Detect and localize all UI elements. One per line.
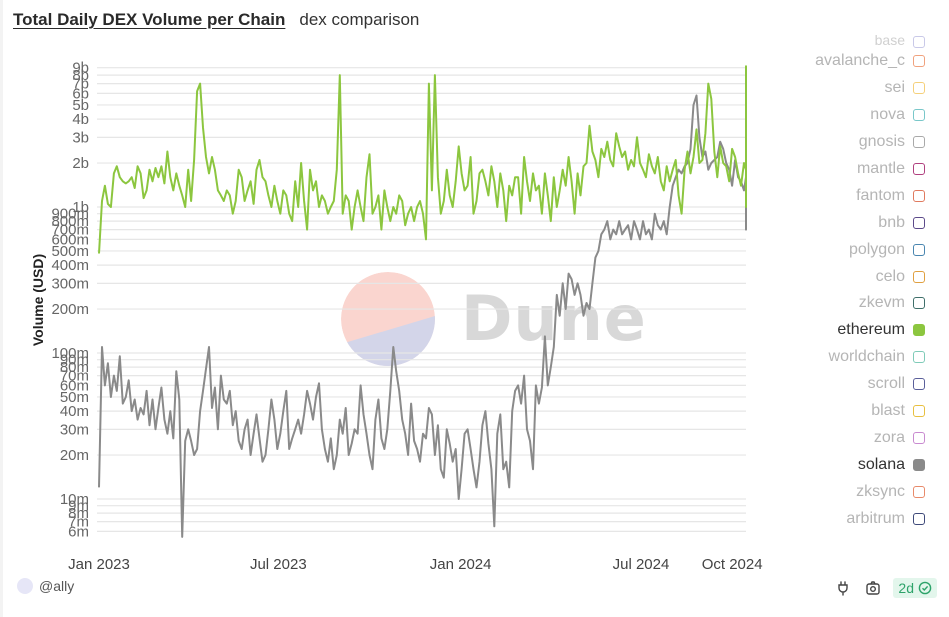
legend-swatch-icon xyxy=(913,512,925,525)
y-tick-label: 6m xyxy=(68,523,89,540)
legend-label: zkevm xyxy=(858,294,905,312)
y-tick-label: 300m xyxy=(51,275,89,292)
author-link[interactable]: @ally xyxy=(17,578,74,594)
legend-swatch-icon xyxy=(913,351,925,364)
legend-swatch-icon xyxy=(913,458,925,471)
chart-card: Total Daily DEX Volume per Chain dex com… xyxy=(0,0,949,617)
check-circle-icon xyxy=(918,581,932,595)
y-tick-label: 4b xyxy=(72,111,89,128)
y-axis-label: Volume (USD) xyxy=(30,254,46,346)
legend-swatch-icon xyxy=(913,55,925,68)
legend-item-polygon[interactable]: polygon xyxy=(725,236,925,263)
legend-label: mantle xyxy=(856,160,905,177)
legend-label: bnb xyxy=(878,213,905,231)
legend-swatch-icon xyxy=(913,136,925,149)
legend-label: zksync xyxy=(856,482,905,500)
legend-item-solana[interactable]: solana xyxy=(725,451,925,478)
x-axis-ticks: Jan 2023 Jul 2023 Jan 2024 Jul 2024 Oct 2024 xyxy=(68,556,762,573)
legend-item-ethereum[interactable]: ethereum xyxy=(725,317,925,344)
legend-label: sei xyxy=(884,79,905,97)
legend-label: ethereum xyxy=(837,321,905,339)
camera-icon[interactable] xyxy=(863,578,883,598)
legend-swatch-icon xyxy=(913,485,925,498)
legend-item-blast[interactable]: blast xyxy=(725,398,925,425)
legend-item-celo[interactable]: celo xyxy=(725,263,925,290)
x-tick-label: Oct 2024 xyxy=(702,556,763,573)
y-tick-label: 400m xyxy=(51,257,89,274)
legend-label: scroll xyxy=(867,375,905,393)
legend: base avalanche_csei nova gnosis mantle fantom… xyxy=(725,34,925,532)
legend-label: fantom xyxy=(856,186,905,204)
legend-item-zora[interactable]: zora xyxy=(725,424,925,451)
legend-item-worldchain[interactable]: worldchain xyxy=(725,344,925,371)
legend-item-arbitrum[interactable]: arbitrum xyxy=(725,505,925,532)
legend-swatch-icon xyxy=(913,405,925,418)
legend-swatch-icon xyxy=(913,243,925,256)
legend-label: base xyxy=(874,34,905,48)
y-tick-label: 20m xyxy=(60,447,89,464)
x-tick-label: Jul 2023 xyxy=(250,556,307,573)
legend-swatch-icon xyxy=(913,378,925,391)
legend-swatch-icon xyxy=(913,163,925,175)
series-line-solana[interactable] xyxy=(98,94,747,538)
x-tick-label: Jan 2023 xyxy=(68,556,130,573)
legend-swatch-icon xyxy=(913,324,925,337)
legend-item-gnosis[interactable]: gnosis xyxy=(725,129,925,156)
legend-swatch-icon xyxy=(913,36,925,48)
legend-swatch-icon xyxy=(913,297,925,310)
author-name: @ally xyxy=(39,578,75,594)
legend-label: worldchain xyxy=(828,348,905,366)
y-axis-ticks: 9b8b7b6b5b4b3b2b1b900m800m700m600m500m40… xyxy=(51,60,89,541)
legend-swatch-icon xyxy=(913,109,925,122)
legend-swatch-icon xyxy=(913,189,925,202)
chart-footer: @ally 2d xyxy=(3,578,949,602)
legend-item-nova[interactable]: nova xyxy=(725,102,925,129)
legend-item-scroll[interactable]: scroll xyxy=(725,371,925,398)
legend-label: solana xyxy=(857,455,905,473)
legend-label: zora xyxy=(873,428,905,446)
x-tick-label: Jan 2024 xyxy=(430,556,492,573)
legend-label: nova xyxy=(870,106,905,124)
legend-item-base[interactable]: base xyxy=(725,34,925,48)
legend-item-zkevm[interactable]: zkevm xyxy=(725,290,925,317)
series-line-ethereum[interactable] xyxy=(98,65,747,254)
legend-item-avalanche_c[interactable]: avalanche_c xyxy=(725,48,925,75)
y-tick-label: 200m xyxy=(51,301,89,318)
y-tick-label: 3b xyxy=(72,129,89,146)
legend-label: gnosis xyxy=(858,133,905,151)
legend-label: polygon xyxy=(848,240,905,258)
legend-label: celo xyxy=(875,267,905,285)
refresh-badge[interactable]: 2d xyxy=(893,578,937,598)
y-tick-label: 2b xyxy=(72,155,89,172)
x-tick-label: Jul 2024 xyxy=(613,556,670,573)
legend-item-mantle[interactable]: mantle xyxy=(725,156,925,183)
legend-swatch-icon xyxy=(913,216,925,229)
legend-label: arbitrum xyxy=(846,509,905,527)
refresh-age: 2d xyxy=(898,580,914,596)
legend-label: avalanche_c xyxy=(815,52,905,70)
legend-item-bnb[interactable]: bnb xyxy=(725,209,925,236)
y-tick-label: 30m xyxy=(60,421,89,438)
plug-icon[interactable] xyxy=(833,578,853,598)
avatar xyxy=(17,578,33,594)
y-tick-label: 40m xyxy=(60,403,89,420)
legend-item-sei[interactable]: sei xyxy=(725,75,925,102)
legend-item-fantom[interactable]: fantom xyxy=(725,182,925,209)
legend-item-zksync[interactable]: zksync xyxy=(725,478,925,505)
legend-label: blast xyxy=(871,402,905,420)
legend-swatch-icon xyxy=(913,82,925,95)
legend-swatch-icon xyxy=(913,431,925,444)
legend-swatch-icon xyxy=(913,270,925,283)
